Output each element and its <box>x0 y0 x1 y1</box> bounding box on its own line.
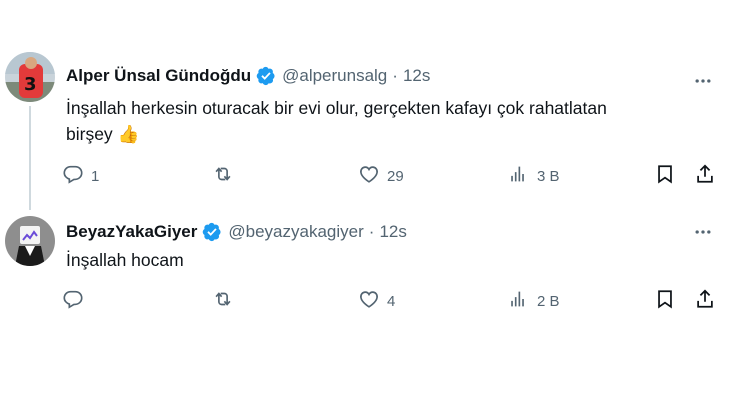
views-button[interactable]: 3 B <box>508 163 560 189</box>
bookmark-icon <box>654 288 676 314</box>
action-bar: 4 2 B <box>62 288 722 314</box>
reply-count: 1 <box>91 167 100 185</box>
share-button[interactable] <box>694 288 716 314</box>
tweet-2[interactable]: BeyazYakaGiyer @beyazyakagiyer · 12s İnş… <box>0 205 730 420</box>
tweet-header: BeyazYakaGiyer @beyazyakagiyer · 12s <box>66 222 407 242</box>
retweet-icon <box>212 163 234 189</box>
like-button[interactable]: 4 <box>358 288 395 314</box>
reply-icon <box>62 163 84 189</box>
more-icon[interactable] <box>690 68 716 94</box>
timestamp[interactable]: 12s <box>379 222 406 242</box>
views-count: 2 B <box>537 292 560 310</box>
bookmark-button[interactable] <box>654 288 676 314</box>
views-icon <box>508 288 530 314</box>
timestamp[interactable]: 12s <box>403 66 430 86</box>
more-icon[interactable] <box>690 219 716 245</box>
author-name[interactable]: BeyazYakaGiyer <box>66 222 197 242</box>
verified-badge-icon <box>202 222 222 242</box>
tweet-text-line: birşey <box>66 124 113 144</box>
retweet-icon <box>212 288 234 314</box>
tweet-text-line: İnşallah herkesin oturacak bir evi olur,… <box>66 98 607 118</box>
views-button[interactable]: 2 B <box>508 288 560 314</box>
svg-text:3: 3 <box>24 74 37 95</box>
action-bar: 1 29 3 B <box>62 163 722 189</box>
thread-line <box>29 106 31 210</box>
like-icon <box>358 163 380 189</box>
views-count: 3 B <box>537 167 560 185</box>
views-icon <box>508 163 530 189</box>
verified-badge-icon <box>256 66 276 86</box>
retweet-button[interactable] <box>212 163 241 189</box>
tweet-1[interactable]: 3 Alper Ünsal Gündoğdu @alperunsalg · 12… <box>0 0 730 210</box>
author-handle[interactable]: @alperunsalg <box>282 66 387 86</box>
avatar[interactable] <box>5 216 55 266</box>
like-count: 29 <box>387 167 404 185</box>
thumbs-up-emoji: 👍 <box>117 125 140 145</box>
tweet-header: Alper Ünsal Gündoğdu @alperunsalg · 12s <box>66 66 430 86</box>
tweet-text: İnşallah herkesin oturacak bir evi olur,… <box>66 95 706 148</box>
reply-icon <box>62 288 84 314</box>
retweet-button[interactable] <box>212 288 241 314</box>
share-icon <box>694 163 716 189</box>
separator-dot: · <box>368 222 375 241</box>
like-button[interactable]: 29 <box>358 163 404 189</box>
author-handle[interactable]: @beyazyakagiyer <box>228 222 363 242</box>
avatar[interactable]: 3 <box>5 52 55 102</box>
separator-dot: · <box>392 66 398 85</box>
tweet-text: İnşallah hocam <box>66 247 706 273</box>
share-icon <box>694 288 716 314</box>
author-name[interactable]: Alper Ünsal Gündoğdu <box>66 66 251 86</box>
like-count: 4 <box>387 292 396 310</box>
tweet-text-line: İnşallah hocam <box>66 250 184 270</box>
bookmark-icon <box>654 163 676 189</box>
reply-button[interactable]: 1 <box>62 163 99 189</box>
like-icon <box>358 288 380 314</box>
reply-button[interactable] <box>62 288 91 314</box>
bookmark-button[interactable] <box>654 163 676 189</box>
share-button[interactable] <box>694 163 716 189</box>
